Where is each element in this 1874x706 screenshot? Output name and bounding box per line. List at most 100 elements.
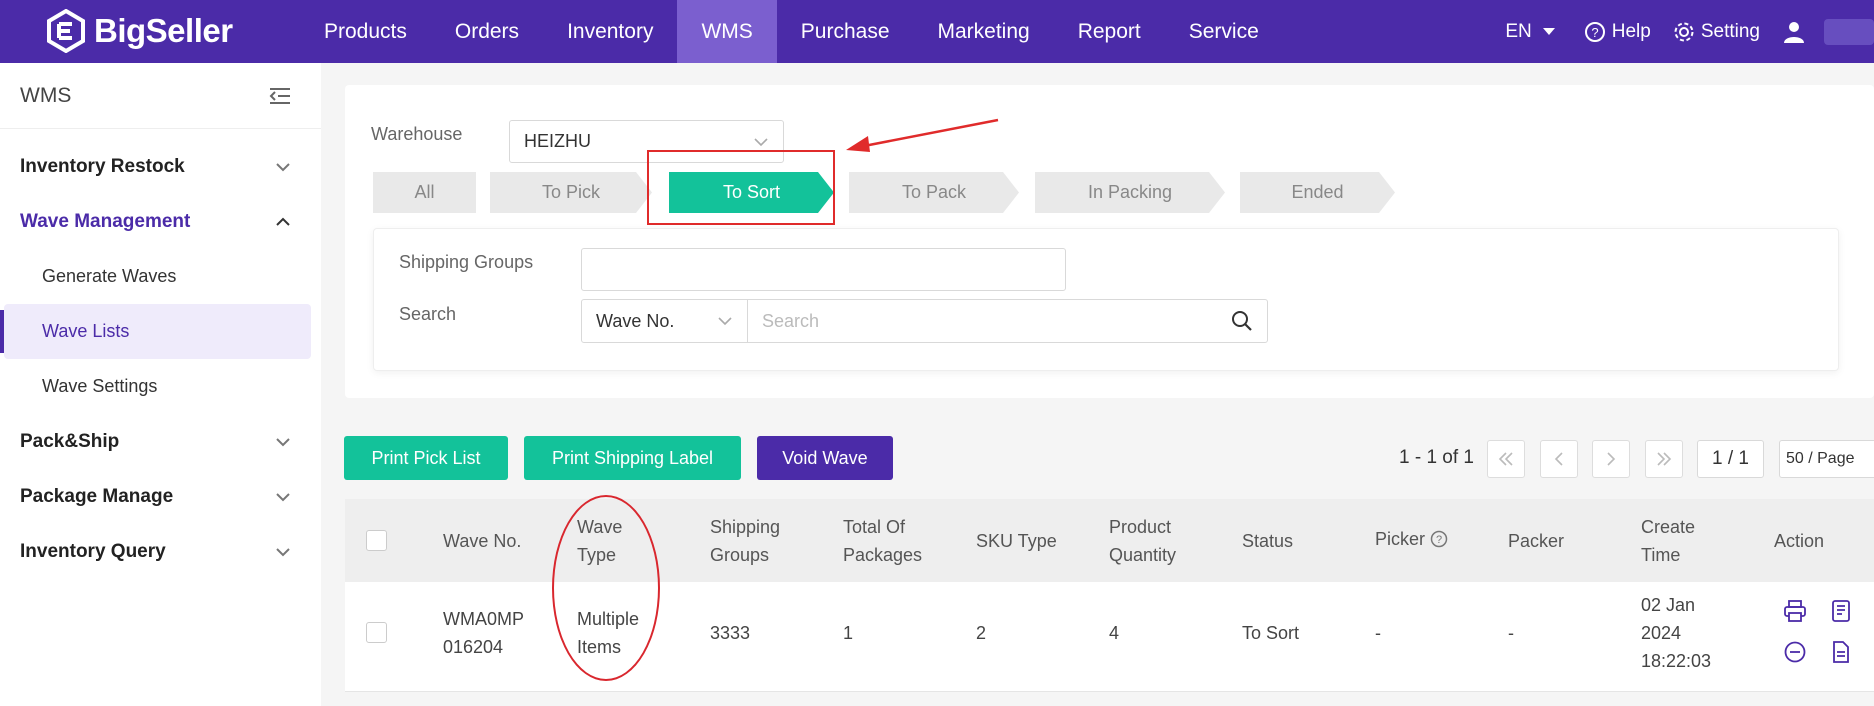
sidebar-item-label: Pack&Ship <box>20 430 120 452</box>
col-action: Action <box>1774 531 1825 551</box>
col-product-line2: Quantity <box>1109 545 1177 565</box>
col-picker-label: Picker <box>1375 529 1426 549</box>
cell-shipping-groups: 3333 <box>710 623 751 643</box>
search-field-select[interactable]: Wave No. <box>581 299 748 343</box>
cell-packer: - <box>1508 623 1514 643</box>
sidebar-item-wave-settings[interactable]: Wave Settings <box>0 359 321 414</box>
search-field-value: Wave No. <box>596 310 675 331</box>
chevron-down-icon <box>276 492 290 501</box>
col-product-quantity: Product Quantity <box>1109 513 1176 569</box>
sidebar-item-inventory-query[interactable]: Inventory Query <box>0 524 321 579</box>
void-circle-icon[interactable] <box>1783 640 1807 664</box>
search-input[interactable]: Search <box>747 299 1268 343</box>
shipping-groups-input[interactable] <box>581 248 1066 291</box>
chevron-left-icon <box>1554 452 1563 466</box>
collapse-menu-icon[interactable] <box>269 87 291 105</box>
gear-icon <box>1674 22 1694 41</box>
print-shipping-label-button[interactable]: Print Shipping Label <box>524 436 741 480</box>
prev-page-button[interactable] <box>1540 440 1578 478</box>
col-status: Status <box>1242 531 1294 551</box>
printer-icon[interactable] <box>1783 599 1807 623</box>
pagination-range: 1 - 1 of 1 <box>1399 447 1474 468</box>
top-navbar: BigSeller Products Orders Inventory WMS … <box>0 0 1874 63</box>
col-wave-no: Wave No. <box>443 531 522 551</box>
sidebar-item-generate-waves[interactable]: Generate Waves <box>0 249 321 304</box>
chevron-up-icon <box>276 217 290 226</box>
annotation-arrow-icon <box>846 118 999 152</box>
chevron-down-icon <box>754 137 768 146</box>
col-total-packages: Total Of Packages <box>843 513 922 569</box>
sidebar-item-label: Package Manage <box>20 485 174 507</box>
bigseller-logo-icon <box>47 9 85 53</box>
nav-products[interactable]: Products <box>300 0 431 63</box>
tab-all[interactable]: All <box>373 172 476 213</box>
sidebar-item-wave-lists[interactable]: Wave Lists <box>0 304 311 359</box>
annotation-highlight-box <box>647 150 835 225</box>
cell-wave-no-line2: 016204 <box>443 637 504 657</box>
file-icon[interactable] <box>1829 640 1853 664</box>
tab-to-pick[interactable]: To Pick <box>490 172 652 213</box>
sidebar-item-label: Wave Management <box>20 210 191 232</box>
search-icon[interactable] <box>1231 310 1253 332</box>
nav-service[interactable]: Service <box>1165 0 1283 63</box>
nav-wms[interactable]: WMS <box>677 0 777 63</box>
search-placeholder: Search <box>762 310 820 331</box>
nav-marketing[interactable]: Marketing <box>914 0 1054 63</box>
nav-purchase[interactable]: Purchase <box>777 0 914 63</box>
cell-create-line3: 18:22:03 <box>1641 651 1712 671</box>
sidebar-item-wave-management[interactable]: Wave Management <box>0 194 321 249</box>
tab-to-pack[interactable]: To Pack <box>849 172 1019 213</box>
brand-logo[interactable]: BigSeller <box>46 8 233 54</box>
page-size-value: 50 / Page <box>1786 450 1855 467</box>
next-page-button[interactable] <box>1592 440 1630 478</box>
col-sku-type: SKU Type <box>976 531 1057 551</box>
sidebar-item-inventory-restock[interactable]: Inventory Restock <box>0 139 321 194</box>
cell-picker: - <box>1375 623 1381 643</box>
sidebar-item-package-manage[interactable]: Package Manage <box>0 469 321 524</box>
row-checkbox[interactable] <box>366 622 387 643</box>
sidebar-header: WMS <box>0 63 321 129</box>
select-all-checkbox[interactable] <box>366 530 387 551</box>
cell-sku-type: 2 <box>976 623 987 643</box>
last-page-button[interactable] <box>1645 440 1683 478</box>
user-icon <box>1784 21 1804 43</box>
chevron-down-icon <box>276 547 290 556</box>
help-label: Help <box>1611 20 1651 42</box>
cell-wave-no-line1: WMA0MP <box>443 609 524 629</box>
setting-link[interactable]: Setting <box>1673 21 1760 43</box>
help-link[interactable]: ? Help <box>1584 21 1651 43</box>
first-page-button[interactable] <box>1487 440 1525 478</box>
user-menu[interactable] <box>1782 18 1874 45</box>
cell-product-quantity: 4 <box>1109 623 1120 643</box>
nav-orders[interactable]: Orders <box>431 0 543 63</box>
col-create-time: Create Time <box>1641 513 1695 569</box>
main-nav: Products Orders Inventory WMS Purchase M… <box>300 0 1283 63</box>
page-number-input[interactable]: 1 / 1 <box>1697 440 1764 478</box>
language-label: EN <box>1505 20 1532 42</box>
print-pick-list-button[interactable]: Print Pick List <box>344 436 508 480</box>
brand-name: BigSeller <box>94 12 233 49</box>
nav-report[interactable]: Report <box>1054 0 1165 63</box>
language-select[interactable]: EN <box>1505 21 1561 43</box>
double-chevron-right-icon <box>1657 452 1672 466</box>
sidebar: WMS Inventory Restock Wave Management Ge… <box>0 63 321 706</box>
sidebar-item-pack-ship[interactable]: Pack&Ship <box>0 414 321 469</box>
document-list-icon[interactable] <box>1829 599 1853 623</box>
double-chevron-left-icon <box>1498 452 1513 466</box>
tab-in-packing[interactable]: In Packing <box>1035 172 1225 213</box>
help-icon[interactable]: ? <box>1430 530 1448 548</box>
shipping-groups-label: Shipping Groups <box>399 252 534 272</box>
sidebar-item-label: Inventory Restock <box>20 155 185 177</box>
nav-inventory[interactable]: Inventory <box>543 0 677 63</box>
col-packer: Packer <box>1508 531 1565 551</box>
svg-text:?: ? <box>1436 534 1442 546</box>
annotation-ellipse <box>552 495 660 681</box>
caret-down-icon <box>1542 27 1555 35</box>
void-wave-button[interactable]: Void Wave <box>757 436 893 480</box>
chevron-right-icon <box>1607 452 1616 466</box>
avatar <box>1824 18 1874 45</box>
warehouse-label: Warehouse <box>371 124 463 144</box>
tab-ended[interactable]: Ended <box>1240 172 1395 213</box>
cell-wave-no[interactable]: WMA0MP 016204 <box>443 605 524 661</box>
page-size-select[interactable]: 50 / Page <box>1779 440 1874 478</box>
